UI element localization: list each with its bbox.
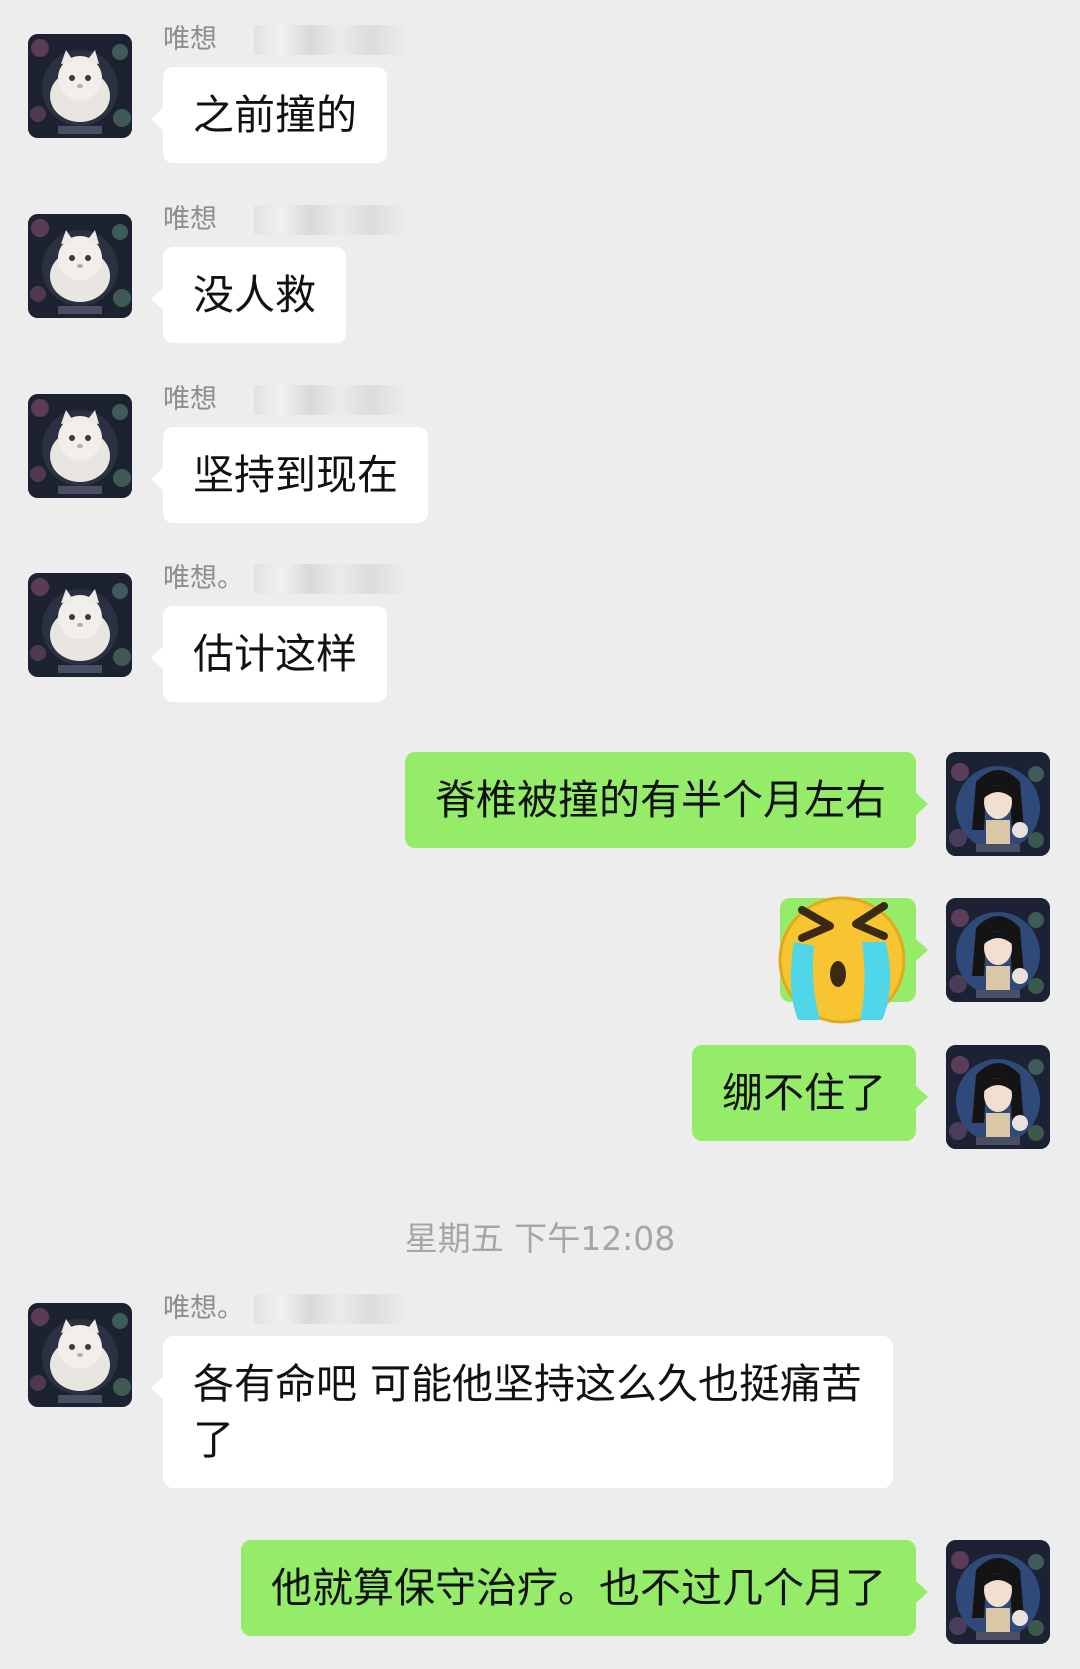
chat-area: 唯想 之前撞的 唯想 没人救 唯想 坚持到现在 唯想。 估计这样 脊椎被撞的有半… (0, 0, 1080, 1669)
crying-emoji-sticker[interactable] (772, 880, 922, 1030)
blurred-name-overlay (254, 385, 409, 415)
blurred-name-overlay (254, 205, 409, 235)
sender-name: 唯想。 (163, 1293, 244, 1324)
sender-name: 唯想 (163, 24, 217, 55)
my-avatar[interactable] (946, 1540, 1050, 1644)
contact-avatar[interactable] (28, 394, 132, 498)
sender-name: 唯想。 (163, 563, 244, 594)
my-avatar[interactable] (946, 898, 1050, 1002)
incoming-message-bubble[interactable]: 之前撞的 (151, 67, 387, 163)
outgoing-message-bubble[interactable]: 绷不住了 (692, 1045, 928, 1141)
blurred-name-overlay (254, 25, 409, 55)
contact-avatar[interactable] (28, 214, 132, 318)
incoming-message-bubble[interactable]: 坚持到现在 (151, 427, 428, 523)
my-avatar[interactable] (946, 752, 1050, 856)
blurred-name-overlay (254, 1294, 409, 1324)
my-avatar[interactable] (946, 1045, 1050, 1149)
incoming-message-bubble[interactable]: 估计这样 (151, 606, 387, 702)
outgoing-message-bubble[interactable]: 脊椎被撞的有半个月左右 (405, 752, 928, 848)
incoming-message-bubble[interactable]: 各有命吧 可能他坚持这么久也挺痛苦了 (151, 1336, 893, 1488)
sender-name: 唯想 (163, 204, 217, 235)
sender-name: 唯想 (163, 384, 217, 415)
contact-avatar[interactable] (28, 573, 132, 677)
incoming-message-bubble[interactable]: 没人救 (151, 247, 346, 343)
outgoing-message-bubble[interactable]: 他就算保守治疗。也不过几个月了 (241, 1540, 928, 1636)
blurred-name-overlay (254, 564, 409, 594)
contact-avatar[interactable] (28, 1303, 132, 1407)
message-timestamp: 星期五 下午12:08 (404, 1219, 676, 1258)
contact-avatar[interactable] (28, 34, 132, 138)
